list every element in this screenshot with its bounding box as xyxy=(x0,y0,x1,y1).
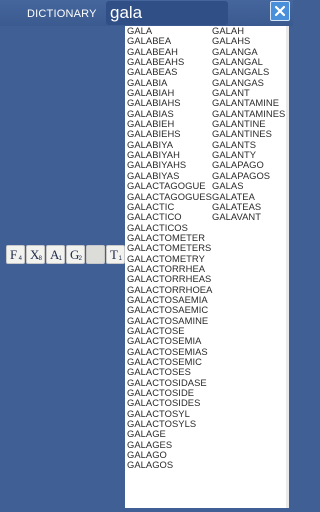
letter-tile[interactable]: G 2 xyxy=(66,245,85,264)
dictionary-label: DICTIONARY xyxy=(27,8,97,20)
tile-letter: T xyxy=(110,247,118,262)
results-scrollbar[interactable] xyxy=(286,26,289,508)
word-item[interactable]: GALAS xyxy=(212,180,285,191)
letter-tile[interactable]: X 8 xyxy=(26,245,45,264)
letter-tile[interactable]: F 4 xyxy=(6,245,25,264)
top-bar: DICTIONARY xyxy=(0,0,293,26)
blank-tile[interactable] xyxy=(86,245,105,264)
results-column-1: GALA GALABEA GALABEAH GALABEAHS GALABEAS GALA… xyxy=(127,26,212,471)
close-button[interactable] xyxy=(270,1,290,21)
tile-score: 1 xyxy=(118,256,122,262)
word-item[interactable]: GALAVANT xyxy=(212,211,285,222)
tile-score: 1 xyxy=(58,256,62,262)
word-item[interactable]: GALACTOMETERS xyxy=(127,242,212,253)
word-item[interactable]: GALACTICO xyxy=(127,211,212,222)
close-x-icon xyxy=(274,5,286,17)
search-input[interactable] xyxy=(106,1,228,25)
letter-tile[interactable]: A 1 xyxy=(46,245,65,264)
tile-score: 2 xyxy=(78,256,82,262)
tile-letter: F xyxy=(10,247,18,262)
tile-score: 8 xyxy=(38,256,42,262)
letter-rack: F 4 X 8 A 1 G 2 T 1 xyxy=(6,245,125,265)
results-list[interactable]: GALA GALABEA GALABEAH GALABEAHS GALABEAS GALA… xyxy=(125,26,289,508)
tile-score: 4 xyxy=(18,256,22,262)
results-column-2: GALAH GALAHS GALANGA GALANGAL GALANGALS GALAN… xyxy=(212,26,285,223)
letter-tile[interactable]: T 1 xyxy=(106,245,125,264)
word-item[interactable]: GALACTAGOGUE xyxy=(127,180,212,191)
word-item[interactable]: GALAGOS xyxy=(127,460,212,471)
